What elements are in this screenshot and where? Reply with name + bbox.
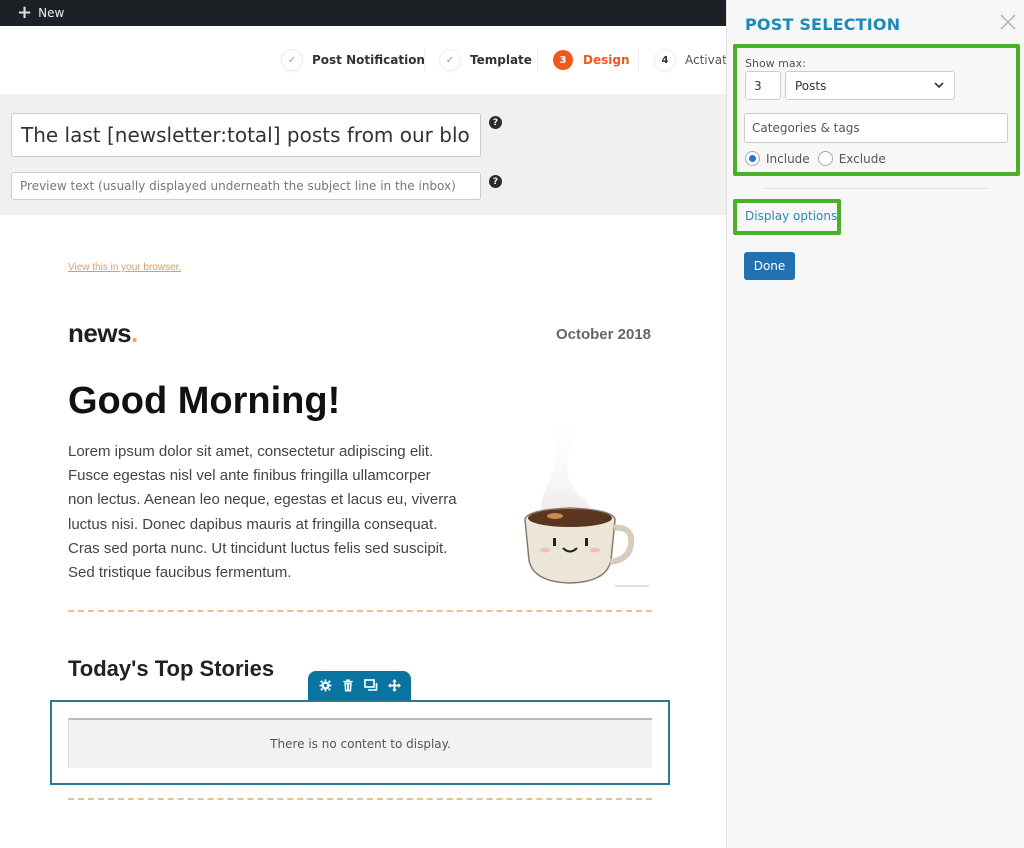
empty-content-placeholder: There is no content to display. — [68, 718, 652, 768]
done-button[interactable]: Done — [744, 252, 795, 280]
new-button[interactable]: New — [38, 6, 64, 20]
close-icon[interactable] — [998, 12, 1018, 32]
step-divider — [537, 48, 538, 72]
include-radio[interactable] — [745, 151, 760, 166]
wizard-steps: ✓ Post Notification ✓ Template 3 Design … — [0, 26, 734, 94]
include-exclude-radios: Include Exclude — [745, 151, 886, 166]
cup-eye-right — [585, 538, 588, 546]
step-label: Template — [470, 53, 532, 67]
step-number-badge: 4 — [655, 50, 675, 70]
check-icon: ✓ — [282, 50, 302, 70]
cup-eye-left — [553, 538, 556, 546]
coffee-highlight — [547, 513, 563, 519]
cup-cheek-right — [590, 547, 600, 553]
check-icon: ✓ — [440, 50, 460, 70]
email-canvas: View this in your browser. news. October… — [0, 215, 726, 848]
step-activate[interactable]: 4 Activate — [655, 50, 734, 70]
coffee-cup-image[interactable] — [515, 410, 655, 595]
duplicate-icon[interactable] — [364, 679, 378, 692]
step-label: Post Notification — [312, 53, 425, 67]
post-selection-panel: POST SELECTION Show max: Posts Include E… — [726, 0, 1024, 848]
newsletter-logo[interactable]: news. — [68, 318, 138, 349]
plus-icon[interactable]: + — [17, 4, 32, 22]
subject-input[interactable] — [11, 113, 481, 157]
exclude-radio[interactable] — [817, 151, 833, 166]
empty-message: There is no content to display. — [270, 737, 451, 751]
categories-tags-input[interactable] — [744, 113, 1008, 143]
cup-cheek-left — [540, 547, 550, 553]
view-in-browser-link[interactable]: View this in your browser. — [68, 262, 181, 273]
admin-bar: + New — [0, 0, 728, 26]
question-icon[interactable]: ? — [489, 175, 502, 188]
step-post-notification[interactable]: ✓ Post Notification — [282, 50, 425, 70]
step-label: Design — [583, 53, 630, 67]
post-type-selected: Posts — [795, 78, 827, 93]
intro-paragraph[interactable]: Lorem ipsum dolor sit amet, consectetur … — [68, 440, 458, 585]
panel-divider — [763, 188, 989, 189]
section-title[interactable]: Today's Top Stories — [68, 656, 274, 682]
exclude-label[interactable]: Exclude — [839, 152, 886, 166]
show-max-input[interactable] — [745, 71, 781, 100]
post-type-select[interactable]: Posts — [785, 71, 955, 100]
step-design[interactable]: 3 Design — [553, 50, 630, 70]
step-number-badge: 3 — [553, 50, 573, 70]
dashed-divider — [68, 798, 652, 800]
subject-area: ? ? — [0, 94, 726, 215]
chevron-down-icon — [934, 82, 944, 89]
logo-text: news — [68, 318, 132, 348]
headline[interactable]: Good Morning! — [68, 380, 340, 423]
image-credit — [615, 585, 649, 587]
block-toolbar — [308, 671, 411, 700]
step-template[interactable]: ✓ Template — [440, 50, 532, 70]
posts-block[interactable]: There is no content to display. — [50, 700, 670, 785]
gear-icon[interactable] — [318, 679, 332, 692]
step-divider — [638, 48, 639, 72]
preview-text-input[interactable] — [11, 172, 481, 200]
step-divider — [424, 48, 425, 72]
show-max-label: Show max: — [745, 57, 806, 70]
include-label[interactable]: Include — [766, 152, 810, 166]
move-icon[interactable] — [387, 679, 401, 692]
question-icon[interactable]: ? — [489, 116, 502, 129]
coffee-surface — [528, 509, 612, 527]
issue-date[interactable]: October 2018 — [556, 326, 651, 343]
panel-title: POST SELECTION — [745, 15, 901, 34]
dashed-divider — [68, 610, 652, 612]
logo-dot: . — [131, 318, 138, 348]
trash-icon[interactable] — [341, 679, 355, 692]
display-options-link[interactable]: Display options — [745, 209, 837, 223]
